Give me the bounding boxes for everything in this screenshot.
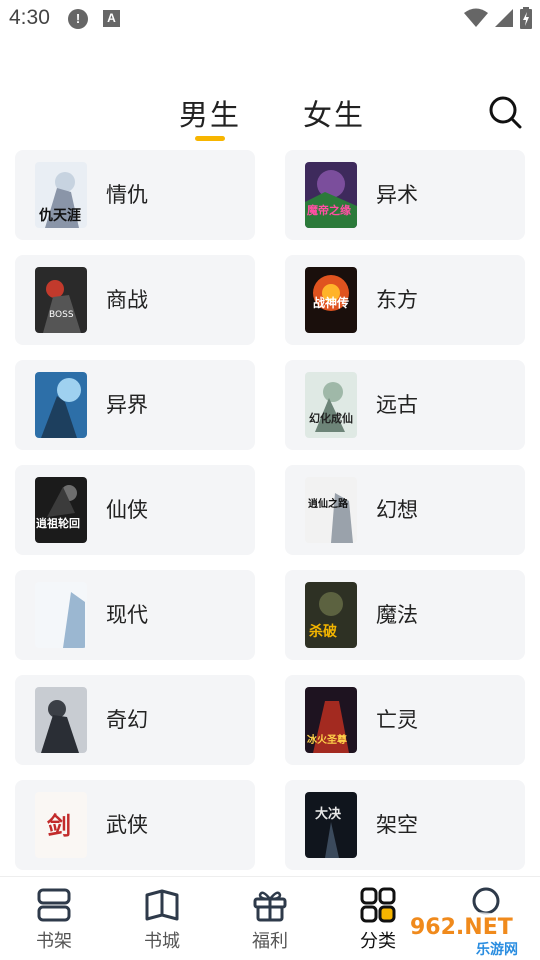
- book-cover: 魔帝之缘: [305, 162, 357, 228]
- active-tab-indicator: [195, 136, 225, 141]
- book-cover: 逍祖轮回: [35, 477, 87, 543]
- book-cover: 仇天涯: [35, 162, 87, 228]
- category-card[interactable]: 异界: [15, 360, 255, 450]
- bookshelf-icon: [37, 888, 71, 922]
- category-card[interactable]: 奇幻: [15, 675, 255, 765]
- status-bar: 4:30 ! A: [0, 0, 540, 38]
- search-icon: [489, 96, 522, 129]
- book-cover: 逍仙之路: [305, 477, 357, 543]
- category-card[interactable]: 现代: [15, 570, 255, 660]
- category-label: 仙侠: [106, 498, 148, 522]
- nav-label: 书架: [36, 931, 72, 952]
- category-label: 幻想: [376, 498, 418, 522]
- category-label: 远古: [376, 393, 418, 417]
- book-cover: BOSS: [35, 267, 87, 333]
- book-cover: 剑: [35, 792, 87, 858]
- cover-title: 幻化成仙: [309, 411, 353, 425]
- cover-title: 剑: [46, 811, 71, 840]
- watermark-logo: 962.NET 乐游网: [404, 912, 536, 958]
- category-card[interactable]: 大决 架空: [285, 780, 525, 870]
- book-cover: [35, 372, 87, 438]
- category-card[interactable]: 幻化成仙 远古: [285, 360, 525, 450]
- nav-bookshelf[interactable]: 书架: [0, 877, 108, 960]
- tab-male[interactable]: 男生: [179, 92, 241, 134]
- category-card[interactable]: 冰火圣尊 亡灵: [285, 675, 525, 765]
- category-label: 异术: [376, 183, 418, 207]
- cover-title: 逍祖轮回: [36, 516, 80, 530]
- category-label: 架空: [376, 813, 418, 837]
- category-card[interactable]: 剑 武侠: [15, 780, 255, 870]
- search-button[interactable]: [488, 95, 522, 129]
- category-label: 情仇: [106, 183, 148, 207]
- cover-title: 战神传: [313, 295, 349, 310]
- gift-icon: [253, 891, 287, 922]
- category-label: 魔法: [376, 603, 418, 627]
- alert-icon: !: [68, 9, 88, 29]
- cover-title: 魔帝之缘: [307, 203, 351, 217]
- nav-label: 书城: [144, 931, 180, 952]
- app-notification-icon: A: [103, 10, 120, 27]
- cover-title: 杀破: [309, 623, 337, 640]
- cover-title: 冰火圣尊: [307, 733, 347, 746]
- watermark-brand: 962.NET: [410, 915, 513, 940]
- book-cover: [35, 582, 87, 648]
- book-cover: 大决: [305, 792, 357, 858]
- nav-welfare[interactable]: 福利: [216, 877, 324, 960]
- book-cover: 杀破: [305, 582, 357, 648]
- cover-title: 逍仙之路: [308, 497, 349, 510]
- nav-bookstore[interactable]: 书城: [108, 877, 216, 960]
- category-label: 商战: [106, 288, 148, 312]
- book-cover: 冰火圣尊: [305, 687, 357, 753]
- category-label: 东方: [376, 288, 418, 312]
- category-card[interactable]: 逍仙之路 幻想: [285, 465, 525, 555]
- cover-title: BOSS: [49, 310, 74, 320]
- category-card[interactable]: 杀破 魔法: [285, 570, 525, 660]
- book-cover: 战神传: [305, 267, 357, 333]
- battery-icon: [520, 7, 532, 29]
- cover-title: 仇天涯: [39, 207, 81, 224]
- nav-label: 福利: [252, 931, 288, 952]
- cover-title: 大决: [315, 806, 342, 822]
- category-card[interactable]: 逍祖轮回 仙侠: [15, 465, 255, 555]
- status-icons: [464, 6, 532, 30]
- category-card[interactable]: 战神传 东方: [285, 255, 525, 345]
- category-label: 奇幻: [106, 708, 148, 732]
- signal-icon: [495, 9, 513, 27]
- status-time: 4:30: [9, 6, 50, 29]
- category-card[interactable]: 魔帝之缘 异术: [285, 150, 525, 240]
- category-label: 武侠: [106, 813, 148, 837]
- category-label: 现代: [106, 603, 148, 627]
- watermark-sub: 乐游网: [476, 941, 518, 958]
- book-icon: [145, 889, 179, 921]
- category-card[interactable]: 仇天涯 情仇: [15, 150, 255, 240]
- wifi-icon: [464, 8, 488, 27]
- book-cover: 幻化成仙: [305, 372, 357, 438]
- category-label: 亡灵: [376, 708, 418, 732]
- tab-female[interactable]: 女生: [303, 92, 365, 134]
- category-grid-icon: [360, 887, 396, 923]
- category-label: 异界: [106, 393, 148, 417]
- book-cover: [35, 687, 87, 753]
- category-card[interactable]: BOSS 商战: [15, 255, 255, 345]
